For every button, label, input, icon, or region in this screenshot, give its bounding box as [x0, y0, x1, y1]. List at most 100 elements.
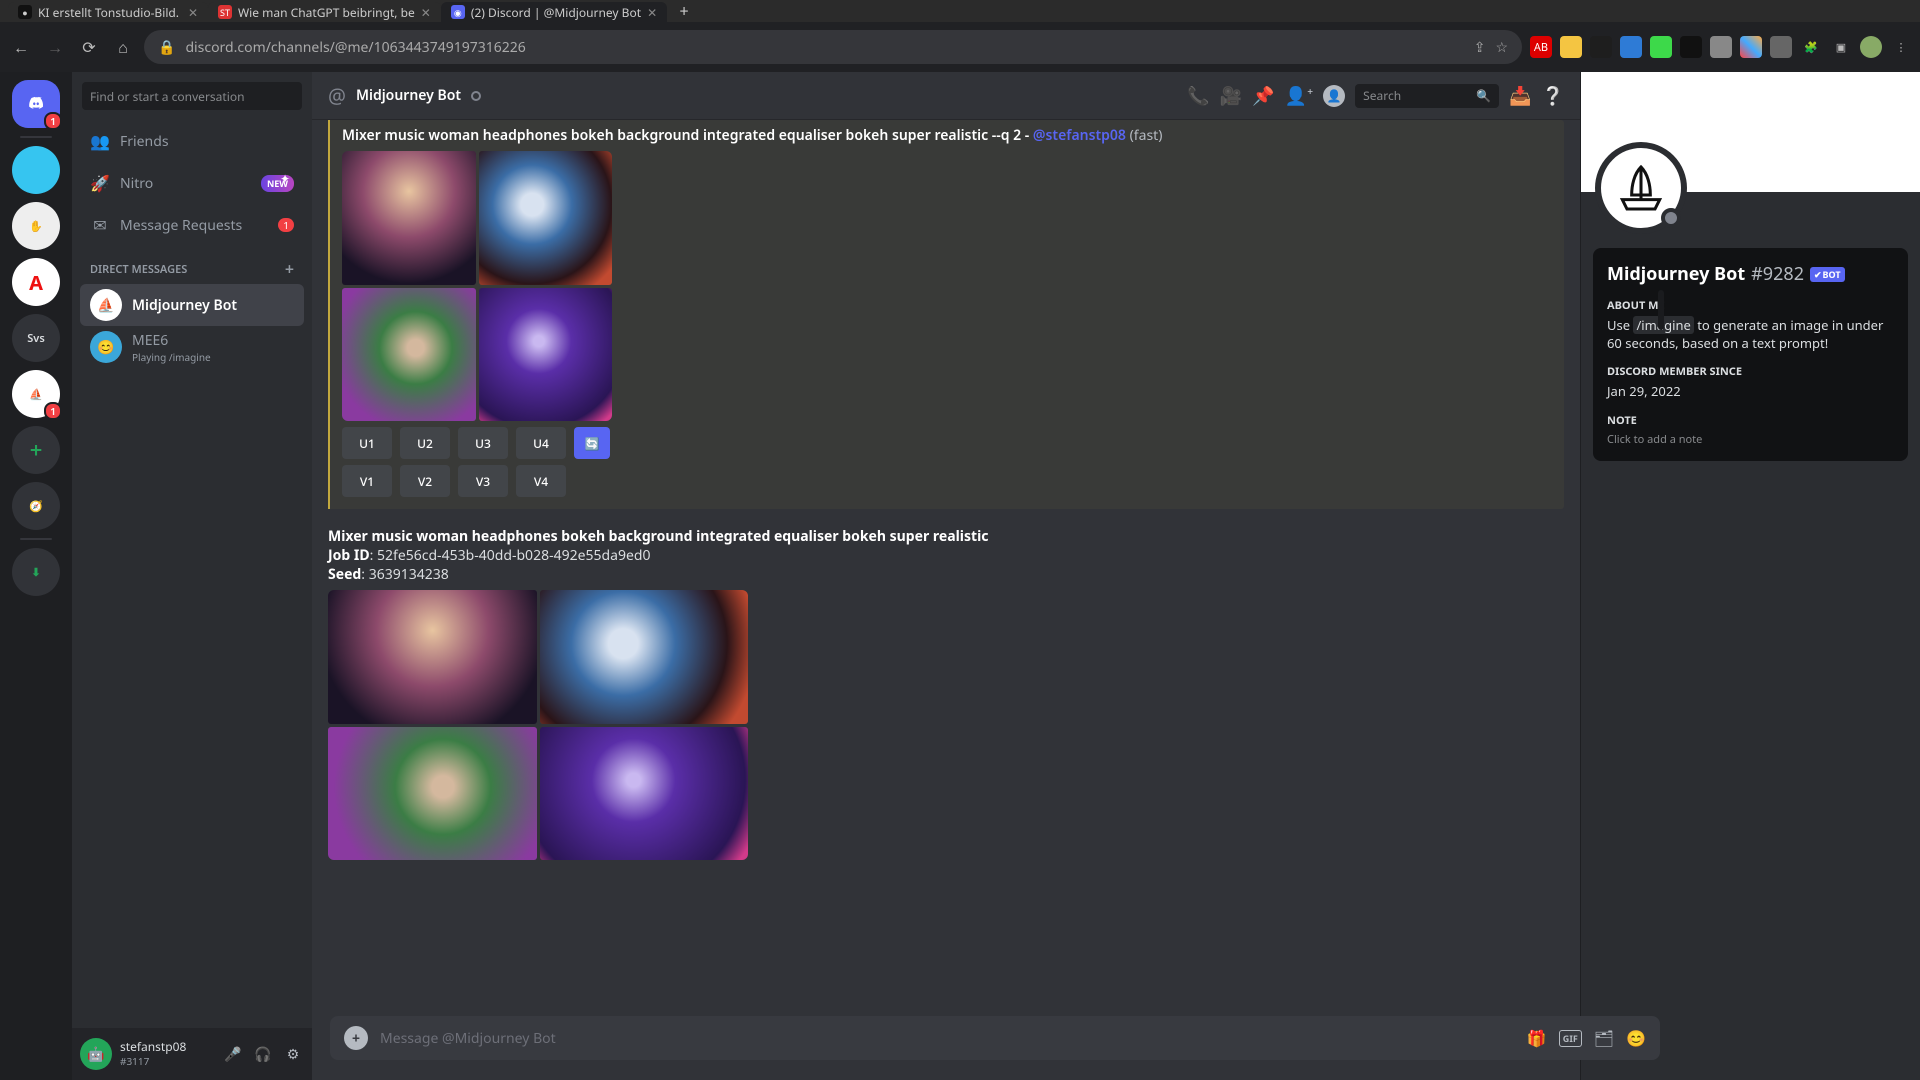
tab-strip: ● KI erstellt Tonstudio-Bild. ✕ ST Wie m… — [0, 0, 1920, 22]
profile-icon[interactable]: 👤 — [1323, 85, 1345, 107]
forward-icon[interactable]: → — [42, 34, 68, 60]
sidebar-item-friends[interactable]: 👥 Friends — [80, 120, 304, 162]
server-pill[interactable]: Svs — [12, 314, 60, 362]
emoji-icon[interactable]: 😊 — [1626, 1027, 1646, 1049]
pin-icon[interactable]: 📌 — [1252, 84, 1274, 108]
gen-image-4[interactable] — [479, 288, 613, 422]
ext-abp-icon[interactable]: AB — [1530, 36, 1552, 58]
ext-icon[interactable] — [1710, 36, 1732, 58]
help-icon[interactable]: ❔ — [1542, 84, 1564, 108]
gen-image-2[interactable] — [479, 151, 613, 285]
voice-call-icon[interactable]: 📞 — [1187, 84, 1209, 108]
dm-sidebar: Find or start a conversation 👥 Friends 🚀… — [72, 72, 312, 1080]
server-pill[interactable]: ✋ — [12, 202, 60, 250]
ext-icon[interactable] — [1680, 36, 1702, 58]
message-input[interactable]: Message @Midjourney Bot — [380, 1029, 556, 1048]
star-icon[interactable]: ☆ — [1495, 38, 1508, 57]
v1-button[interactable]: V1 — [342, 465, 392, 497]
back-icon[interactable]: ← — [8, 34, 34, 60]
video-call-icon[interactable]: 🎥 — [1220, 84, 1242, 108]
add-server-button[interactable]: + — [12, 426, 60, 474]
explore-button[interactable]: 🧭 — [12, 482, 60, 530]
home-icon[interactable]: ⌂ — [110, 34, 136, 60]
deafen-icon[interactable]: 🎧 — [252, 1045, 274, 1064]
panel-icon[interactable]: ▣ — [1830, 36, 1852, 58]
main-content: @ Midjourney Bot 📞 🎥 📌 👤⁺ 👤 Search 🔍 📥 ❔… — [312, 72, 1580, 1080]
seed-value: 3639134238 — [369, 565, 449, 584]
mention[interactable]: @stefanstp08 — [1033, 126, 1126, 145]
server-rail: 1 ✋ A Svs ⛵1 + 🧭 ⬇ — [0, 72, 72, 1080]
puzzle-icon[interactable]: 🧩 — [1800, 36, 1822, 58]
sidebar-item-nitro[interactable]: 🚀 Nitro NEW ✦ — [80, 162, 304, 204]
ext-icon[interactable] — [1620, 36, 1642, 58]
u3-button[interactable]: U3 — [458, 427, 508, 459]
self-username: stefanstp08 — [120, 1040, 186, 1053]
tab-favicon: ◉ — [451, 5, 465, 19]
server-pill[interactable]: A — [12, 258, 60, 306]
kebab-icon[interactable]: ⋮ — [1890, 36, 1912, 58]
gen-image-1[interactable] — [342, 151, 476, 285]
close-icon[interactable]: ✕ — [421, 4, 431, 21]
ext-icon[interactable] — [1650, 36, 1672, 58]
new-tab-button[interactable]: + — [673, 0, 695, 22]
create-dm-icon[interactable]: + — [285, 258, 294, 280]
friends-icon: 👥 — [90, 130, 110, 152]
v3-button[interactable]: V3 — [458, 465, 508, 497]
extensions: AB 🧩 ▣ ⋮ — [1530, 36, 1912, 58]
profile-avatar-icon[interactable] — [1860, 36, 1882, 58]
reload-icon[interactable]: ⟳ — [76, 34, 102, 60]
dm-item-mee6[interactable]: 😊 MEE6 Playing /imagine — [80, 326, 304, 368]
dm-item-name: MEE6 — [132, 331, 211, 350]
gen-image-1[interactable] — [328, 590, 537, 724]
image-grid-large[interactable] — [328, 590, 748, 860]
ext-icon[interactable] — [1590, 36, 1612, 58]
close-icon[interactable]: ✕ — [188, 4, 198, 21]
self-avatar-icon[interactable]: 🤖 — [80, 1038, 112, 1070]
sticker-icon[interactable]: 🗂 — [1594, 1027, 1614, 1049]
dm-item-status: Playing /imagine — [132, 350, 211, 364]
note-input[interactable]: Click to add a note — [1607, 432, 1894, 447]
settings-gear-icon[interactable]: ⚙ — [282, 1045, 304, 1064]
scroll-thumb[interactable] — [1658, 290, 1664, 330]
dm-header-label: DIRECT MESSAGES — [90, 262, 187, 277]
close-icon[interactable]: ✕ — [647, 4, 657, 21]
ext-icon[interactable] — [1740, 36, 1762, 58]
gen-image-2[interactable] — [540, 590, 749, 724]
server-pill[interactable] — [12, 146, 60, 194]
search-input[interactable]: Search 🔍 — [1355, 84, 1499, 108]
profile-avatar[interactable] — [1595, 142, 1687, 234]
download-button[interactable]: ⬇ — [12, 548, 60, 596]
inbox-icon[interactable]: 📥 — [1509, 84, 1531, 108]
browser-tab-active[interactable]: ◉ (2) Discord | @Midjourney Bot ✕ — [441, 2, 667, 22]
dm-item-midjourney[interactable]: ⛵ Midjourney Bot — [80, 284, 304, 326]
browser-tab[interactable]: ST Wie man ChatGPT beibringt, be ✕ — [208, 2, 441, 22]
ext-icon[interactable] — [1560, 36, 1582, 58]
u1-button[interactable]: U1 — [342, 427, 392, 459]
gen-image-3[interactable] — [342, 288, 476, 422]
browser-tab[interactable]: ● KI erstellt Tonstudio-Bild. ✕ — [8, 2, 208, 22]
gen-image-4[interactable] — [540, 727, 749, 861]
url-bar[interactable]: 🔒 discord.com/channels/@me/1063443749197… — [144, 30, 1522, 64]
gif-button[interactable]: GIF — [1559, 1030, 1582, 1047]
u4-button[interactable]: U4 — [516, 427, 566, 459]
upscale-row: U1 U2 U3 U4 🔄 — [342, 427, 1552, 459]
server-pill[interactable]: ⛵1 — [12, 370, 60, 418]
add-friend-icon[interactable]: 👤⁺ — [1285, 84, 1314, 108]
sparkle-icon: ✦ — [280, 170, 290, 187]
reroll-button[interactable]: 🔄 — [574, 427, 610, 459]
gift-icon[interactable]: 🎁 — [1527, 1027, 1547, 1049]
ext-icon[interactable] — [1770, 36, 1792, 58]
v2-button[interactable]: V2 — [400, 465, 450, 497]
image-grid[interactable] — [342, 151, 612, 421]
v4-button[interactable]: V4 — [516, 465, 566, 497]
sidebar-item-requests[interactable]: ✉ Message Requests 1 — [80, 204, 304, 246]
channel-title: Midjourney Bot — [356, 86, 461, 105]
u2-button[interactable]: U2 — [400, 427, 450, 459]
attach-button[interactable]: + — [344, 1026, 368, 1050]
gen-image-3[interactable] — [328, 727, 537, 861]
share-icon[interactable]: ⇪ — [1474, 38, 1486, 57]
mute-mic-icon[interactable]: 🎤 — [222, 1045, 244, 1064]
messages-scroll[interactable]: Mixer music woman headphones bokeh backg… — [312, 120, 1580, 1080]
find-conversation-input[interactable]: Find or start a conversation — [82, 82, 302, 110]
discord-home[interactable]: 1 — [12, 80, 60, 128]
